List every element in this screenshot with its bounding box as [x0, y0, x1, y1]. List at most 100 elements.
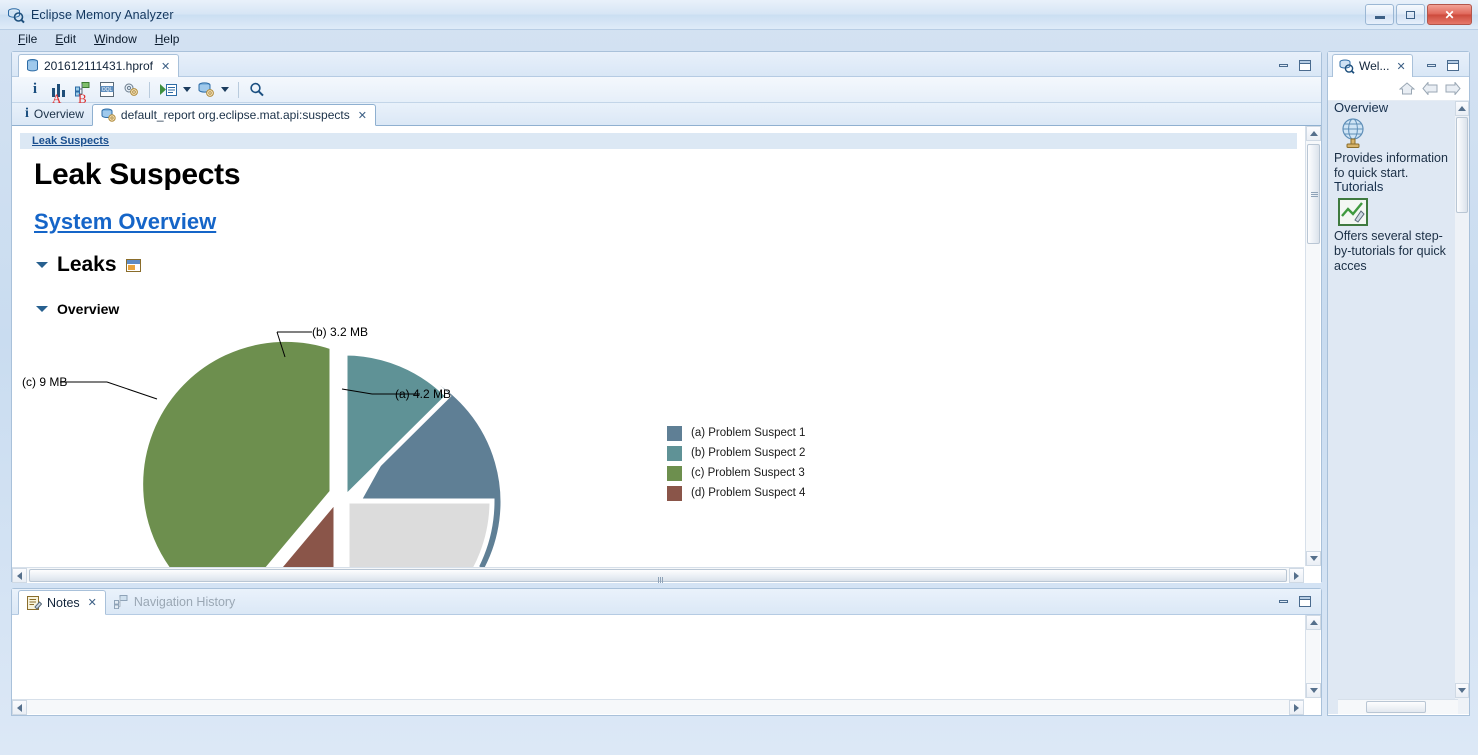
legend-label: (d) Problem Suspect 4 — [691, 487, 805, 499]
legend-swatch — [667, 446, 682, 461]
welcome-item-tutorials-heading[interactable]: Tutorials — [1334, 179, 1451, 194]
notes-horizontal-scrollbar[interactable] — [12, 699, 1304, 714]
breadcrumb-leak-suspects[interactable]: Leak Suspects — [32, 135, 109, 147]
welcome-tab-close-icon[interactable]: ✕ — [1396, 60, 1405, 73]
tab-default-report-close-icon[interactable]: ✕ — [358, 109, 367, 122]
scroll-down-button[interactable] — [1455, 683, 1469, 698]
close-icon: ✕ — [1444, 8, 1454, 22]
tab-default-report[interactable]: default_report org.eclipse.mat.api:suspe… — [92, 104, 376, 126]
gears-icon — [123, 82, 139, 97]
oql-button[interactable]: OQL — [96, 80, 118, 100]
scroll-left-button[interactable] — [12, 700, 27, 715]
scrollbar-thumb[interactable] — [29, 569, 1287, 582]
report-content: Leak Suspects Leak Suspects System Overv… — [12, 126, 1305, 567]
find-button[interactable] — [246, 80, 268, 100]
window-open-icon[interactable] — [126, 259, 141, 272]
welcome-horizontal-scrollbar[interactable] — [1338, 699, 1458, 714]
triangle-up-icon — [1310, 620, 1318, 625]
triangle-left-icon — [17, 704, 22, 712]
welcome-item-overview-heading[interactable]: Overview — [1334, 101, 1451, 115]
chart-legend: (a) Problem Suspect 1 (b) Problem Suspec… — [667, 423, 805, 503]
window-minimize-button[interactable] — [1365, 4, 1394, 25]
tab-notes-close-icon[interactable]: ✕ — [88, 596, 97, 609]
notes-maximize-button[interactable] — [1297, 593, 1313, 609]
minimize-icon — [1279, 600, 1288, 603]
scroll-left-button[interactable] — [12, 568, 27, 583]
report-icon — [101, 108, 116, 122]
editor-toolbar: i OQ — [12, 77, 1321, 103]
query-browser-button[interactable] — [195, 80, 217, 100]
welcome-item-overview-text: Provides information fo quick start. — [1334, 151, 1451, 181]
minimize-icon — [1279, 64, 1288, 67]
scrollbar-thumb[interactable] — [1307, 144, 1320, 244]
run-expert-system-button[interactable] — [157, 80, 179, 100]
editor-maximize-button[interactable] — [1297, 57, 1313, 73]
system-overview-link[interactable]: System Overview — [34, 209, 216, 235]
scrollbar-grip — [658, 573, 665, 583]
maximize-icon — [1299, 596, 1311, 607]
home-icon[interactable] — [1399, 81, 1415, 96]
svg-text:OQL: OQL — [102, 87, 113, 93]
welcome-maximize-button[interactable] — [1445, 57, 1461, 73]
info-icon: i — [33, 81, 37, 98]
scroll-right-button[interactable] — [1289, 700, 1304, 715]
thread-overview-button[interactable] — [120, 80, 142, 100]
chevron-down-icon[interactable] — [36, 262, 48, 268]
scroll-right-button[interactable] — [1289, 568, 1304, 583]
legend-item: (b) Problem Suspect 2 — [667, 443, 805, 463]
welcome-body: Overview Provides information fo quick s… — [1328, 101, 1469, 714]
triangle-right-icon — [1294, 704, 1299, 712]
section-leaks[interactable]: Leaks — [36, 253, 1305, 277]
breadcrumb: Leak Suspects — [20, 133, 1297, 149]
menu-file[interactable]: File — [10, 31, 45, 47]
toolbar-separator-2 — [238, 82, 239, 98]
welcome-minimize-button[interactable] — [1423, 57, 1439, 73]
editor-minimize-button[interactable] — [1275, 57, 1291, 73]
scrollbar-thumb[interactable] — [1366, 701, 1426, 713]
menu-window[interactable]: Window — [86, 31, 145, 47]
scrollbar-grip — [1311, 192, 1318, 197]
scroll-up-button[interactable] — [1306, 126, 1321, 141]
window-title: Eclipse Memory Analyzer — [31, 8, 174, 22]
overview-info-button[interactable]: i — [24, 80, 46, 100]
scroll-down-button[interactable] — [1306, 551, 1321, 566]
editor-tab-hprof[interactable]: 201612111431.hprof ✕ — [18, 54, 179, 77]
report-view-tab-bar: i Overview default_report org.eclipse.ma… — [12, 103, 1321, 126]
tab-notes[interactable]: Notes ✕ — [18, 590, 106, 615]
scrollbar-thumb[interactable] — [1456, 117, 1468, 213]
menu-edit[interactable]: Edit — [47, 31, 84, 47]
menu-help[interactable]: Help — [147, 31, 188, 47]
notes-text-area[interactable] — [12, 615, 1321, 715]
welcome-vertical-scrollbar[interactable] — [1455, 101, 1469, 714]
tab-navigation-history-label: Navigation History — [134, 595, 235, 609]
back-arrow-icon[interactable] — [1422, 82, 1438, 95]
tutorials-icon[interactable] — [1338, 198, 1368, 226]
scroll-up-button[interactable] — [1306, 615, 1321, 630]
report-horizontal-scrollbar[interactable] — [12, 567, 1304, 582]
chevron-down-icon — [183, 87, 191, 92]
triangle-up-icon — [1458, 106, 1466, 111]
globe-icon[interactable] — [1338, 117, 1368, 149]
window-close-button[interactable]: ✕ — [1427, 4, 1472, 25]
tab-navigation-history[interactable]: Navigation History — [106, 589, 243, 614]
window-maximize-button[interactable] — [1396, 4, 1425, 25]
scroll-up-button[interactable] — [1455, 101, 1469, 116]
minimize-icon — [1427, 64, 1436, 67]
run-expert-system-dropdown[interactable] — [181, 80, 193, 100]
welcome-tab[interactable]: Wel... ✕ — [1332, 54, 1413, 77]
welcome-icon — [1339, 59, 1355, 74]
notes-minimize-button[interactable] — [1275, 593, 1291, 609]
forward-arrow-icon[interactable] — [1445, 82, 1461, 95]
scroll-down-button[interactable] — [1306, 683, 1321, 698]
editor-tab-close-icon[interactable]: ✕ — [161, 60, 170, 73]
callout-label-b: (b) 3.2 MB — [312, 325, 368, 339]
welcome-nav-bar — [1328, 77, 1469, 101]
notes-vertical-scrollbar[interactable] — [1305, 615, 1320, 698]
annotation-b: B — [78, 92, 87, 105]
triangle-up-icon — [1310, 131, 1318, 136]
maximize-icon — [1406, 11, 1415, 19]
query-browser-dropdown[interactable] — [219, 80, 231, 100]
report-vertical-scrollbar[interactable] — [1305, 126, 1320, 566]
tab-overview[interactable]: i Overview — [17, 103, 92, 125]
leak-suspects-pie-chart: (b) 3.2 MB (a) 4.2 MB (c) 9 MB (a) Probl… — [12, 311, 1305, 567]
